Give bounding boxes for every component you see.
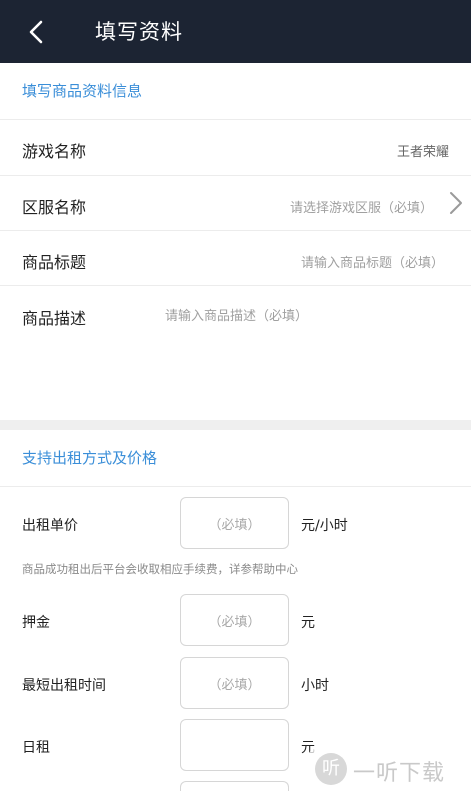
watermark-text: 一听下载 (353, 761, 446, 786)
goods-title-row[interactable]: 商品标题 请输入商品标题（必填） (0, 231, 471, 286)
unit-price-placeholder: （必填） (208, 518, 261, 533)
deposit-unit: 元 (301, 615, 315, 631)
page-title: 填写资料 (95, 20, 183, 44)
daily-input[interactable] (180, 719, 289, 771)
next-price-input[interactable] (180, 781, 289, 791)
goods-section-header: 填写商品资料信息 (0, 63, 471, 120)
rent-section-header: 支持出租方式及价格 (0, 430, 471, 487)
server-name-label: 区服名称 (22, 198, 87, 217)
unit-price-label: 出租单价 (22, 518, 78, 534)
rent-section-title: 支持出租方式及价格 (22, 449, 158, 467)
goods-desc-row[interactable]: 商品描述 请输入商品描述（必填） (0, 286, 471, 420)
server-name-row[interactable]: 区服名称 请选择游戏区服（必填） (0, 176, 471, 231)
section-divider (0, 420, 471, 430)
deposit-placeholder: （必填） (208, 615, 261, 630)
min-time-label: 最短出租时间 (22, 678, 106, 694)
server-name-placeholder[interactable]: 请选择游戏区服（必填） (290, 197, 433, 216)
goods-title-input[interactable]: 请输入商品标题（必填） (301, 252, 444, 271)
game-name-row: 游戏名称 王者荣耀 (0, 120, 471, 176)
watermark: 听 一听下载 (309, 749, 469, 789)
chevron-right-icon[interactable] (447, 190, 465, 216)
goods-desc-label: 商品描述 (22, 309, 87, 328)
app-header: 填写资料 (0, 0, 471, 63)
unit-price-input[interactable]: （必填） (180, 497, 289, 549)
game-name-value: 王者荣耀 (396, 145, 449, 160)
watermark-logo-icon: 听 (315, 753, 347, 785)
unit-price-unit: 元/小时 (301, 518, 348, 534)
chevron-left-icon (29, 20, 43, 44)
deposit-label: 押金 (22, 615, 50, 631)
min-time-input[interactable]: （必填） (180, 657, 289, 709)
min-time-placeholder: （必填） (208, 678, 261, 693)
goods-desc-input[interactable]: 请输入商品描述（必填） (165, 305, 308, 324)
game-name-label: 游戏名称 (22, 142, 87, 161)
goods-section-title: 填写商品资料信息 (22, 82, 143, 100)
deposit-input[interactable]: （必填） (180, 594, 289, 646)
fee-note: 商品成功租出后平台会收取相应手续费，详参帮助中心 (22, 562, 298, 576)
daily-label: 日租 (22, 740, 50, 756)
goods-title-label: 商品标题 (22, 253, 87, 272)
back-button[interactable] (22, 17, 52, 47)
min-time-unit: 小时 (301, 678, 329, 694)
